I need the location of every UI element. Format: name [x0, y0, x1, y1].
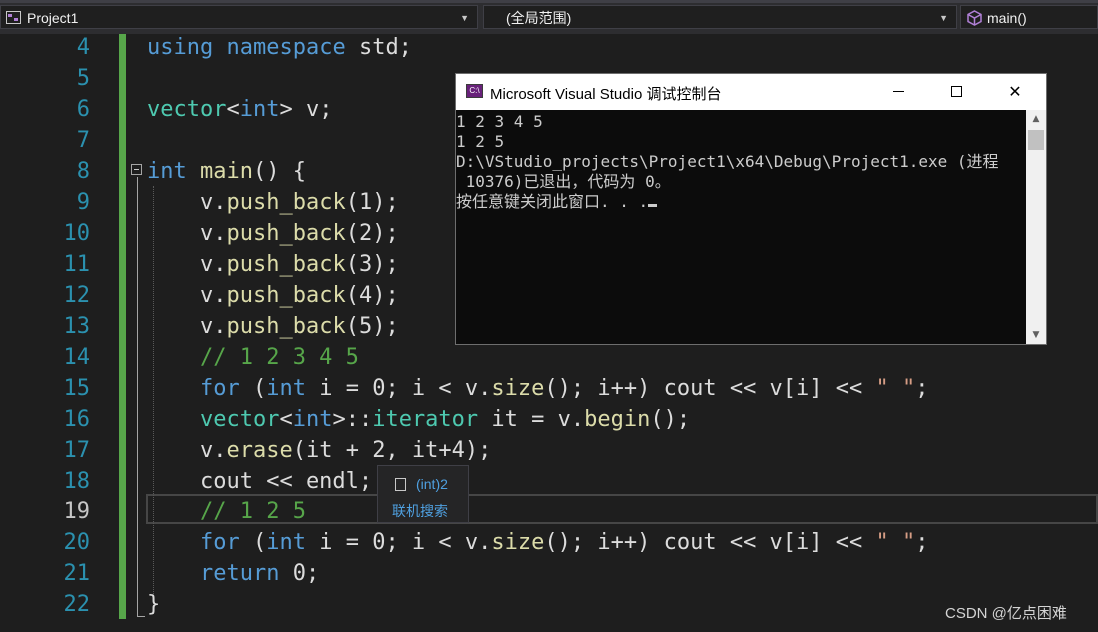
member-combo[interactable]: main() — [960, 5, 1098, 29]
code-line[interactable]: 20 for (int i = 0; i < v.size(); i++) co… — [0, 527, 1098, 558]
tooltip-type: (int)2 — [416, 476, 448, 492]
line-number: 6 — [76, 97, 90, 122]
code-text: vector<int> v; — [147, 97, 333, 122]
code-text: for (int i = 0; i < v.size(); i++) cout … — [147, 376, 929, 401]
scroll-down-icon[interactable]: ▼ — [1026, 326, 1046, 344]
code-text: return 0; — [147, 561, 320, 586]
code-line[interactable]: 18 cout << endl; — [0, 466, 1098, 497]
code-text: v.push_back(5); — [147, 314, 399, 339]
console-scrollbar[interactable]: ▲ ▼ — [1026, 110, 1046, 344]
member-combo-label: main() — [987, 10, 1027, 26]
line-number: 12 — [63, 283, 91, 308]
quick-info-tooltip: (int)2 联机搜索 — [377, 465, 469, 523]
close-icon: ✕ — [1008, 82, 1022, 101]
scroll-up-icon[interactable]: ▲ — [1026, 110, 1046, 128]
navbar-top-border — [0, 0, 1098, 3]
code-comment: // 1 2 5 — [147, 499, 306, 524]
line-number: 10 — [63, 221, 91, 246]
console-title: Microsoft Visual Studio 调试控制台 — [490, 86, 722, 103]
line-number: 7 — [76, 128, 90, 153]
debug-console-window[interactable]: C:\ Microsoft Visual Studio 调试控制台 ✕ 1 2 … — [455, 73, 1047, 345]
scroll-thumb[interactable] — [1028, 130, 1044, 150]
code-text: v.push_back(2); — [147, 221, 399, 246]
line-number: 22 — [63, 592, 91, 617]
code-text: int main() { — [147, 159, 306, 184]
code-text: cout << endl; — [147, 469, 373, 494]
code-line-current[interactable]: 19 // 1 2 5 — [0, 496, 1098, 527]
line-number: 18 — [63, 469, 91, 494]
line-number: 8 — [76, 159, 90, 184]
code-text: } — [147, 592, 161, 617]
line-number: 20 — [63, 530, 91, 555]
document-icon — [395, 478, 406, 491]
code-text: vector<int>::iterator it = v.begin(); — [147, 407, 691, 432]
code-text: v.push_back(3); — [147, 252, 399, 277]
console-line: D:\VStudio_projects\Project1\x64\Debug\P… — [456, 152, 999, 171]
code-line[interactable]: 14 // 1 2 3 4 5 — [0, 342, 1098, 373]
chevron-down-icon: ▼ — [460, 13, 469, 23]
console-line: 10376)已退出，代码为 0。 — [456, 172, 671, 191]
console-line-prompt: 按任意键关闭此窗口. . . — [456, 192, 658, 212]
project-combo[interactable]: Project1 ▼ — [0, 5, 478, 29]
code-text: for (int i = 0; i < v.size(); i++) cout … — [147, 530, 929, 555]
scope-combo[interactable]: (全局范围) ▼ — [483, 5, 957, 29]
online-search-link[interactable]: 联机搜索 — [392, 501, 448, 521]
code-line[interactable]: 21 return 0; — [0, 558, 1098, 589]
text-cursor — [648, 204, 658, 207]
scope-combo-label: (全局范围) — [506, 10, 572, 26]
chevron-down-icon: ▼ — [939, 13, 948, 23]
code-line[interactable]: 22 } — [0, 589, 1098, 620]
maximize-button[interactable] — [928, 74, 986, 110]
navigation-bar: Project1 ▼ (全局范围) ▼ main() — [0, 0, 1098, 34]
minimize-button[interactable] — [870, 74, 928, 110]
close-button[interactable]: ✕ — [986, 74, 1044, 110]
code-text: using namespace std; — [147, 35, 412, 60]
code-text: v.push_back(1); — [147, 190, 399, 215]
project-icon — [6, 11, 21, 24]
line-number: 16 — [63, 407, 91, 432]
console-output[interactable]: 1 2 3 4 5 1 2 5 D:\VStudio_projects\Proj… — [456, 110, 1026, 344]
code-line[interactable]: 17 v.erase(it + 2, it+4); — [0, 435, 1098, 466]
code-line[interactable]: 16 vector<int>::iterator it = v.begin(); — [0, 404, 1098, 435]
console-app-icon: C:\ — [466, 84, 483, 98]
method-cube-icon — [967, 10, 982, 26]
watermark: CSDN @亿点困难 — [945, 605, 1067, 622]
console-line: 1 2 5 — [456, 132, 505, 151]
code-comment: // 1 2 3 4 5 — [147, 345, 359, 370]
code-line[interactable]: 4 using namespace std; — [0, 32, 1098, 63]
project-combo-label: Project1 — [27, 10, 79, 26]
console-titlebar[interactable]: C:\ Microsoft Visual Studio 调试控制台 ✕ — [456, 74, 1046, 110]
line-number: 15 — [63, 376, 91, 401]
maximize-icon — [951, 86, 962, 97]
line-number: 5 — [76, 66, 90, 91]
line-number: 19 — [63, 499, 91, 524]
line-number: 4 — [76, 35, 90, 60]
code-text: v.erase(it + 2, it+4); — [147, 438, 492, 463]
line-number: 13 — [63, 314, 91, 339]
line-number: 17 — [63, 438, 91, 463]
console-line: 1 2 3 4 5 — [456, 112, 543, 131]
code-text: v.push_back(4); — [147, 283, 399, 308]
code-line[interactable]: 15 for (int i = 0; i < v.size(); i++) co… — [0, 373, 1098, 404]
line-number: 9 — [76, 190, 90, 215]
line-number: 11 — [63, 252, 91, 277]
line-number: 21 — [63, 561, 91, 586]
minimize-icon — [893, 91, 904, 92]
line-number: 14 — [63, 345, 91, 370]
